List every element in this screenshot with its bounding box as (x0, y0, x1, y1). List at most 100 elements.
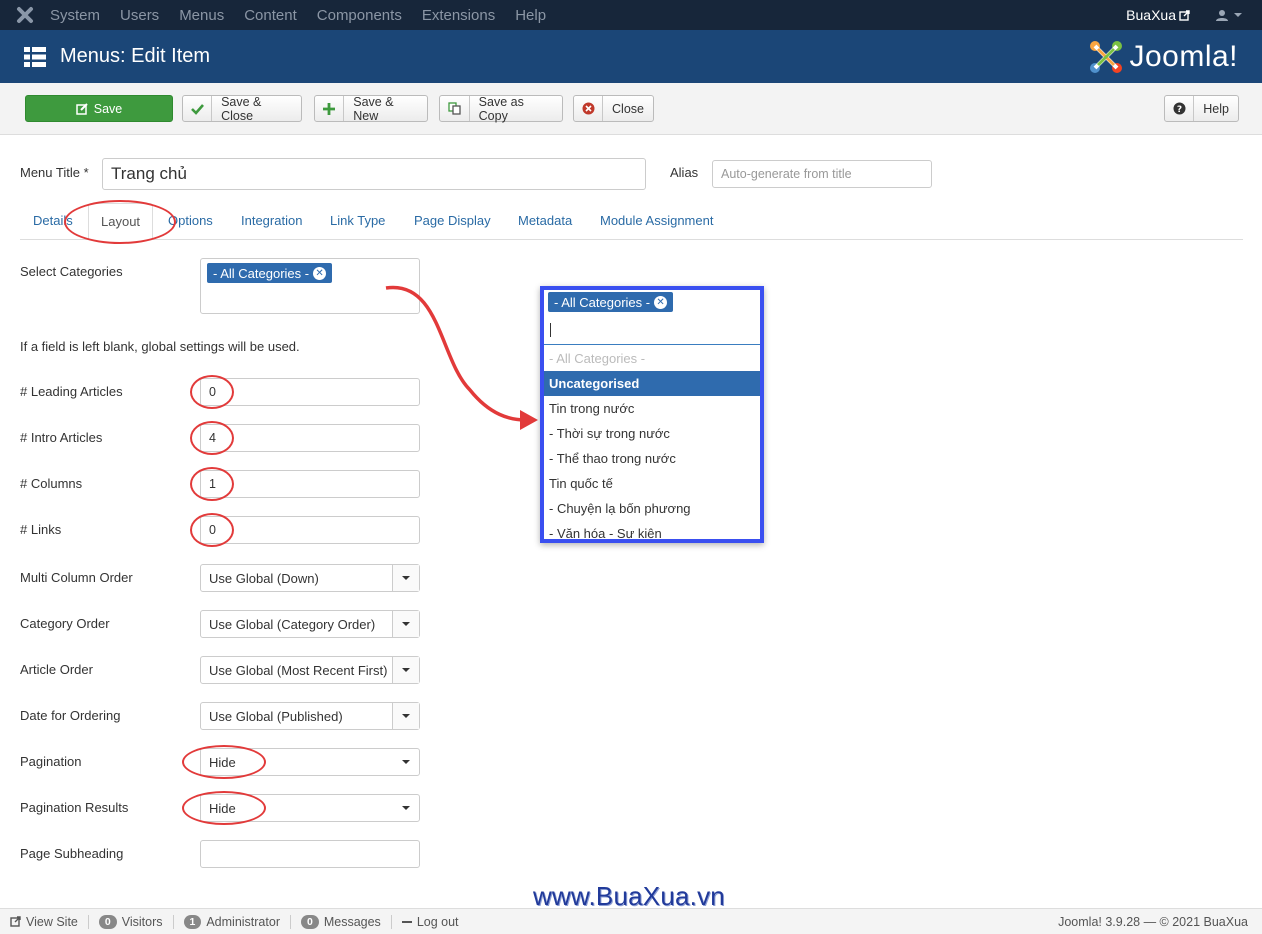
category-chip-label: - All Categories - (213, 265, 310, 281)
dropdown-option[interactable]: - Văn hóa - Sự kiện (544, 521, 760, 539)
select-categories-label: Select Categories (20, 264, 123, 279)
nav-users[interactable]: Users (120, 7, 159, 24)
joomla-logo-icon (1090, 40, 1123, 73)
visitors-badge: 0 (98, 914, 117, 929)
external-link-icon (10, 916, 21, 927)
logout-link[interactable]: Log out (392, 915, 469, 929)
article-order-value: Use Global (Most Recent First) (209, 662, 388, 678)
visitors-label: Visitors (121, 914, 163, 929)
dropdown-option: - All Categories - (549, 351, 646, 366)
tab-layout[interactable]: Layout (88, 203, 154, 240)
save-close-label: Save & Close (221, 94, 262, 123)
user-menu[interactable] (1216, 9, 1242, 21)
save-copy-button[interactable]: Save as Copy (439, 95, 563, 123)
check-icon (190, 103, 204, 115)
date-ordering-value: Use Global (Published) (209, 708, 343, 724)
tab-module-assignment[interactable]: Module Assignment (600, 213, 713, 228)
visitors-link[interactable]: 0 Visitors (89, 914, 174, 929)
minus-icon (401, 920, 412, 923)
dropdown-option[interactable]: Tin quốc tế (544, 471, 760, 496)
chevron-down-icon (401, 760, 410, 764)
tab-link-type[interactable]: Link Type (330, 213, 385, 228)
save-close-button[interactable]: Save & Close (182, 94, 302, 123)
tab-options[interactable]: Options (168, 213, 213, 228)
tab-integration[interactable]: Integration (241, 213, 302, 228)
tab-details[interactable]: Details (33, 213, 73, 228)
dropdown-option[interactable]: Uncategorised (544, 371, 760, 396)
multi-column-order-select[interactable]: Use Global (Down) (200, 564, 420, 592)
pagination-value: Hide (209, 754, 236, 770)
alias-input[interactable]: Auto-generate from title (712, 160, 932, 188)
administrator-link[interactable]: 1 Administrator (174, 914, 291, 929)
save-button[interactable]: Save (25, 95, 173, 122)
multi-column-order-value: Use Global (Down) (209, 570, 319, 586)
categories-dropdown-popup: - All Categories - ✕ - All Categories - … (540, 286, 764, 543)
close-button[interactable]: Close (573, 95, 654, 122)
page-subheading-input[interactable] (200, 840, 420, 868)
toolbar: Save Save & Close Save & New Save as Cop… (0, 83, 1262, 135)
chevron-down-icon (402, 714, 410, 718)
view-site-link[interactable]: View Site (0, 914, 89, 929)
tab-metadata[interactable]: Metadata (518, 213, 572, 228)
links-input[interactable]: 0 (200, 516, 420, 544)
date-ordering-select[interactable]: Use Global (Published) (200, 702, 420, 730)
chevron-down-icon (401, 806, 410, 810)
messages-label: Messages (323, 914, 381, 929)
save-new-button[interactable]: Save & New (314, 94, 428, 123)
leading-articles-value: 0 (209, 385, 216, 399)
dropdown-option[interactable]: - Thể thao trong nước (544, 446, 760, 471)
global-settings-hint: If a field is left blank, global setting… (20, 339, 300, 354)
alias-placeholder: Auto-generate from title (721, 167, 852, 181)
help-button[interactable]: ? Help (1164, 95, 1239, 122)
copy-icon (448, 102, 461, 115)
remove-chip-icon[interactable]: ✕ (313, 266, 327, 280)
close-circle-icon (582, 102, 595, 115)
site-link[interactable]: BuaXua (1126, 7, 1190, 23)
user-icon (1216, 10, 1228, 21)
date-ordering-label: Date for Ordering (20, 708, 121, 723)
nav-components[interactable]: Components (317, 7, 402, 24)
messages-badge: 0 (300, 914, 319, 929)
pagination-label: Pagination (20, 754, 82, 769)
article-order-label: Article Order (20, 662, 93, 677)
annotation-arrow (385, 285, 538, 430)
messages-link[interactable]: 0 Messages (291, 914, 392, 929)
tab-bar: Details Layout Options Integration Link … (20, 203, 1243, 240)
joomla-menu-icon[interactable] (0, 6, 50, 24)
columns-label: # Columns (20, 476, 83, 491)
chevron-down-icon (402, 668, 410, 672)
pagination-results-label: Pagination Results (20, 800, 129, 815)
links-value: 0 (209, 523, 216, 537)
remove-chip-icon[interactable]: ✕ (654, 295, 668, 309)
dropdown-option[interactable]: - Chuyện lạ bốn phương (544, 496, 760, 521)
nav-help[interactable]: Help (515, 7, 546, 24)
edit-icon (76, 102, 88, 115)
nav-menus[interactable]: Menus (179, 7, 224, 24)
nav-extensions[interactable]: Extensions (422, 7, 495, 24)
intro-articles-value: 4 (209, 431, 216, 445)
links-label: # Links (20, 522, 62, 537)
category-chip[interactable]: - All Categories - ✕ (207, 263, 333, 283)
nav-system[interactable]: System (50, 7, 100, 24)
columns-value: 1 (209, 477, 216, 491)
dropdown-chip[interactable]: - All Categories - ✕ (548, 292, 674, 312)
external-link-icon (1179, 9, 1190, 21)
columns-input[interactable]: 1 (200, 470, 420, 498)
category-order-select[interactable]: Use Global (Category Order) (200, 610, 420, 638)
dropdown-option[interactable]: - Thời sự trong nước (544, 421, 760, 446)
menu-title-input[interactable]: Trang chủ (102, 158, 646, 190)
nav-content[interactable]: Content (244, 7, 297, 24)
page-header: Menus: Edit Item Joomla! (0, 30, 1262, 83)
article-order-select[interactable]: Use Global (Most Recent First) (200, 656, 420, 684)
admin-top-navbar: System Users Menus Content Components Ex… (0, 0, 1262, 30)
pagination-select[interactable]: Hide (200, 748, 420, 776)
dropdown-option[interactable]: Tin trong nước (544, 396, 760, 421)
chevron-down-icon (1234, 13, 1242, 17)
menu-title-label: Menu Title * (20, 165, 89, 180)
save-new-label: Save & New (353, 94, 394, 123)
pagination-results-select[interactable]: Hide (200, 794, 420, 822)
alias-label: Alias (670, 165, 699, 180)
menu-title-value: Trang chủ (111, 164, 187, 183)
tab-page-display[interactable]: Page Display (414, 213, 491, 228)
dropdown-search-area[interactable]: - All Categories - ✕ (544, 290, 760, 345)
